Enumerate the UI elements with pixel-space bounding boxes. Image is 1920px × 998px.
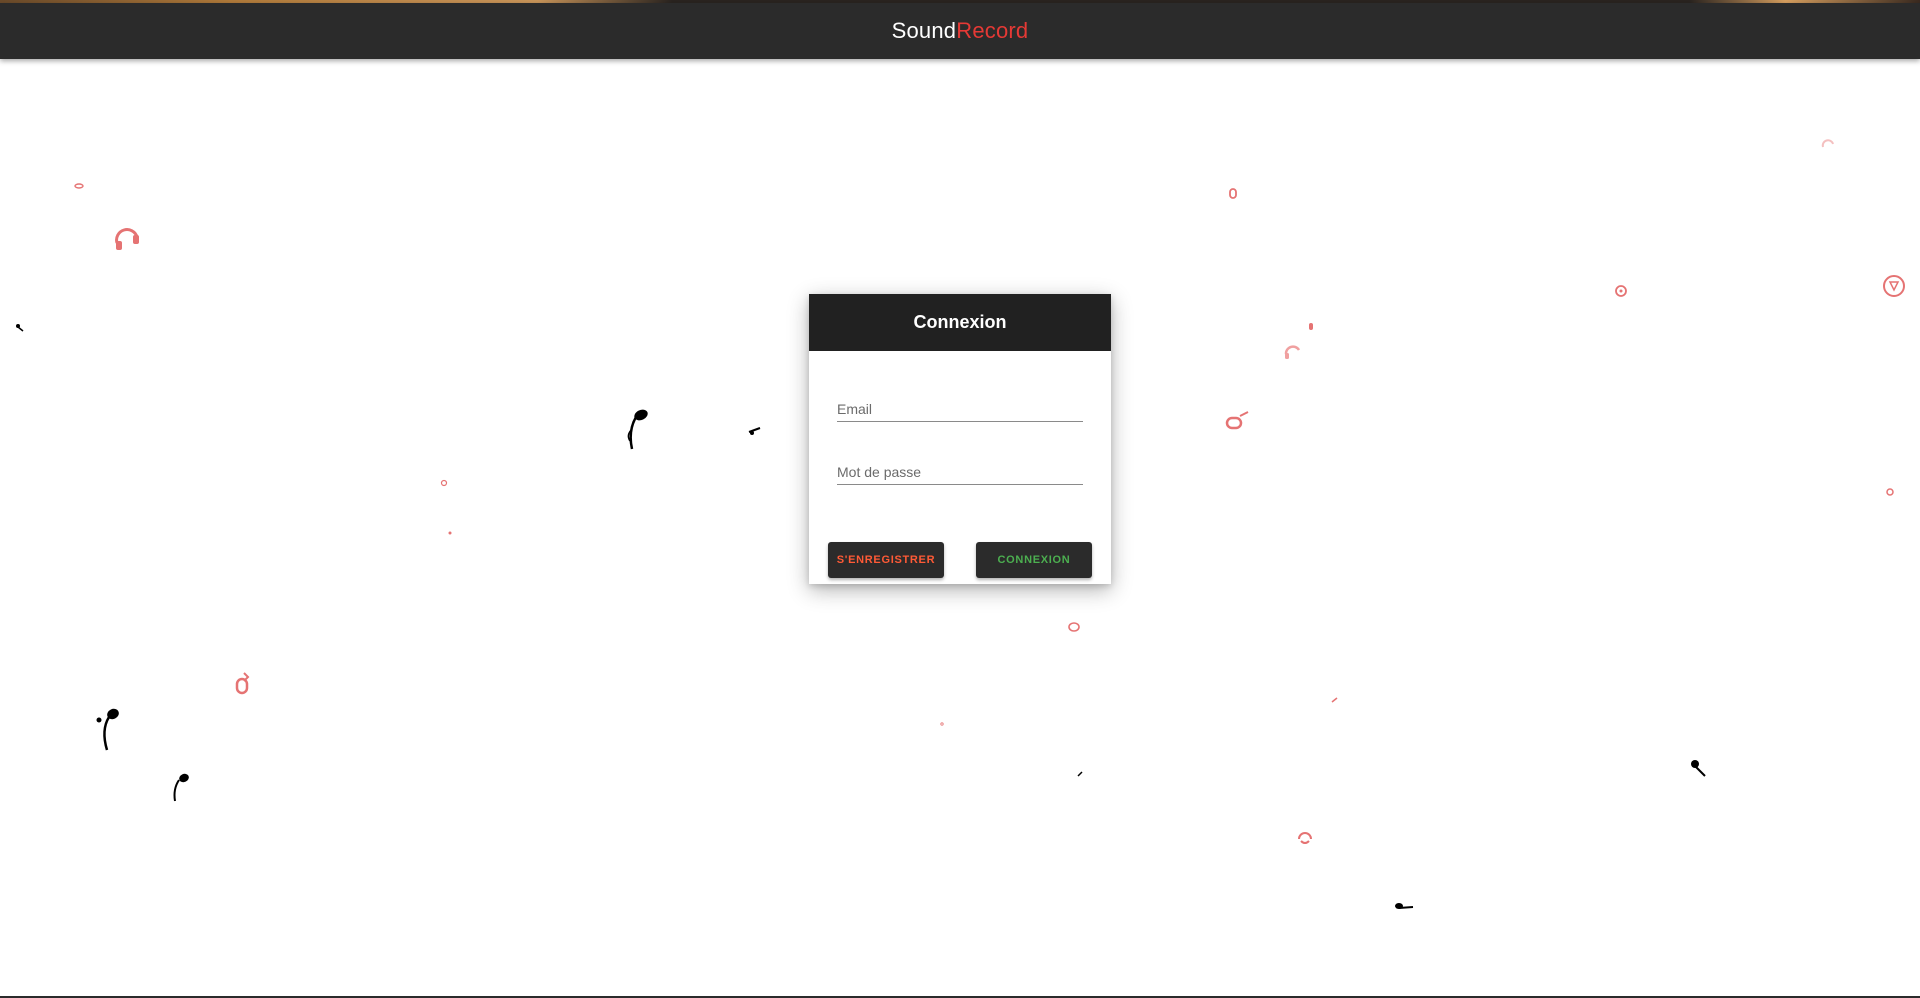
music-note-icon <box>93 706 123 754</box>
login-button[interactable]: CONNEXION <box>976 542 1092 578</box>
headphones-icon <box>112 225 142 255</box>
password-field <box>837 464 1083 485</box>
music-note-icon <box>448 531 452 535</box>
music-note-icon <box>440 477 450 487</box>
music-note-icon <box>1077 771 1083 777</box>
music-note-icon <box>1394 901 1414 911</box>
vinyl-disc-icon <box>1614 285 1628 297</box>
microphone-icon <box>1224 410 1250 434</box>
login-card: Connexion S'ENREGISTRER CONNEXION <box>809 294 1111 584</box>
app-brand[interactable]: SoundRecord <box>892 18 1029 44</box>
music-note-icon <box>15 323 25 333</box>
music-note-icon <box>1331 696 1339 704</box>
music-note-icon <box>748 426 762 436</box>
register-button[interactable]: S'ENREGISTRER <box>828 542 944 578</box>
music-note-icon <box>940 722 944 726</box>
brand-accent: Record <box>956 18 1029 43</box>
brand-primary: Sound <box>891 18 957 43</box>
app-bar: SoundRecord <box>0 3 1920 59</box>
headphones-icon <box>1282 342 1302 362</box>
login-card-header: Connexion <box>809 294 1111 351</box>
music-note-icon <box>166 771 192 803</box>
headphones-icon <box>1296 829 1314 847</box>
microphone-icon <box>1227 185 1239 201</box>
microphone-icon <box>1308 322 1314 332</box>
email-field <box>837 401 1083 422</box>
music-note-icon <box>622 405 652 455</box>
music-note-icon <box>1689 758 1707 778</box>
vinyl-disc-icon <box>1882 274 1906 298</box>
password-input[interactable] <box>837 464 1083 484</box>
microphone-icon <box>232 671 252 697</box>
headphones-icon <box>1821 138 1835 152</box>
microphone-icon <box>74 183 84 189</box>
email-input[interactable] <box>837 401 1083 421</box>
microphone-icon <box>1885 487 1895 497</box>
login-title: Connexion <box>913 312 1007 332</box>
vinyl-disc-icon <box>1068 622 1080 632</box>
